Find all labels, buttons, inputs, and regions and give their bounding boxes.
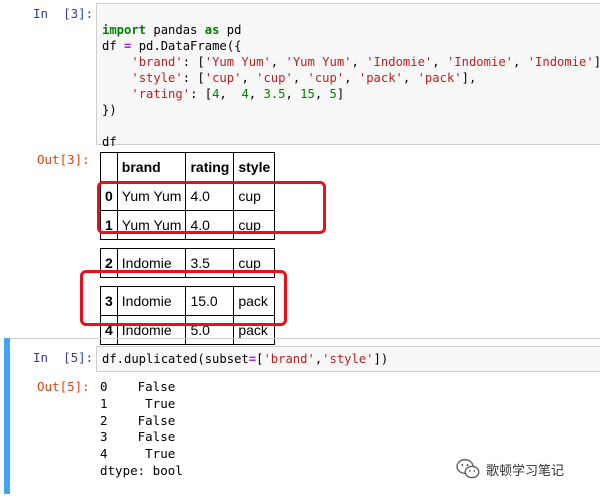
wechat-icon <box>456 459 480 479</box>
code-token: df <box>102 135 117 149</box>
watermark-text: 歌顿学习笔记 <box>486 463 565 479</box>
code-token: import <box>102 23 147 37</box>
code-input-cell-3[interactable]: import pandas as pd df = pd.DataFrame({ … <box>96 3 600 149</box>
output-line: 1 True <box>100 395 176 411</box>
out-prompt-5: Out[5]: <box>37 379 90 394</box>
highlight-box-rows-0-1 <box>97 181 326 234</box>
code-token: df <box>102 39 125 53</box>
code-token: 'cup' <box>204 71 242 85</box>
code-token: 'rating' <box>131 87 191 101</box>
code-token: 'brand' <box>263 352 315 366</box>
code-token: : [ <box>182 71 205 85</box>
code-token: 5 <box>329 87 337 101</box>
output-series: 0 False 1 True 2 False 3 False 4 True dt… <box>100 379 183 480</box>
code-token: : [ <box>182 55 205 69</box>
code-token: = <box>248 352 257 366</box>
code-token: ], <box>594 55 600 69</box>
output-line: 4 True <box>100 446 176 462</box>
out-prompt-3: Out[3]: <box>37 152 90 167</box>
table-header-brand: brand <box>116 152 187 182</box>
code-token: ], <box>461 71 477 85</box>
output-line: dtype: bool <box>100 462 183 478</box>
code-token: ]) <box>373 352 389 366</box>
code-token: 'Yum Yum' <box>204 55 271 69</box>
code-token: 4 <box>241 87 249 101</box>
highlight-box-rows-3-4 <box>80 270 287 326</box>
code-token: 'pack' <box>358 71 403 85</box>
code-text-3: import pandas as pd df = pd.DataFrame({ … <box>102 6 600 150</box>
code-token: df.duplicated(subset <box>102 352 249 366</box>
in-prompt-3: In [3]: <box>33 6 94 21</box>
table-header-index <box>100 152 118 182</box>
code-token: pandas <box>146 23 205 37</box>
output-line: 2 False <box>100 412 176 428</box>
code-token: 15 <box>300 87 315 101</box>
code-token: }) <box>102 103 117 117</box>
output-line: 3 False <box>100 429 176 445</box>
code-token: ] <box>336 87 345 101</box>
output-line: 0 False <box>100 379 176 394</box>
code-token: 4 <box>212 87 220 101</box>
table-header-rating: rating <box>185 152 235 182</box>
code-token: 'brand' <box>131 55 183 69</box>
watermark: 歌顿学习笔记 <box>456 458 564 480</box>
code-token: 'style' <box>322 352 374 366</box>
code-token: 'Indomie' <box>446 55 513 69</box>
row-spacer <box>101 240 275 249</box>
code-token: 'cup' <box>256 71 293 85</box>
code-text-5: df.duplicated(subset=['brand','style']) <box>102 351 388 367</box>
code-token: 'pack' <box>417 71 462 85</box>
code-token: 'Indomie' <box>366 55 433 69</box>
code-token: 'cup' <box>307 71 345 85</box>
code-token: pd.DataFrame({ <box>131 39 242 53</box>
code-token: as <box>204 23 220 37</box>
table-header-style: style <box>233 152 276 182</box>
code-token: 3.5 <box>263 87 286 101</box>
table-header-row: brand rating style <box>100 152 276 182</box>
code-token: : [ <box>190 87 213 101</box>
code-token: 'Yum Yum' <box>285 55 352 69</box>
code-input-cell-5[interactable]: df.duplicated(subset=['brand','style']) <box>96 346 600 372</box>
code-token: 'Indomie' <box>527 55 594 69</box>
code-token: 'style' <box>131 71 183 85</box>
code-token: pd <box>219 23 242 37</box>
in-prompt-5: In [5]: <box>33 350 94 365</box>
